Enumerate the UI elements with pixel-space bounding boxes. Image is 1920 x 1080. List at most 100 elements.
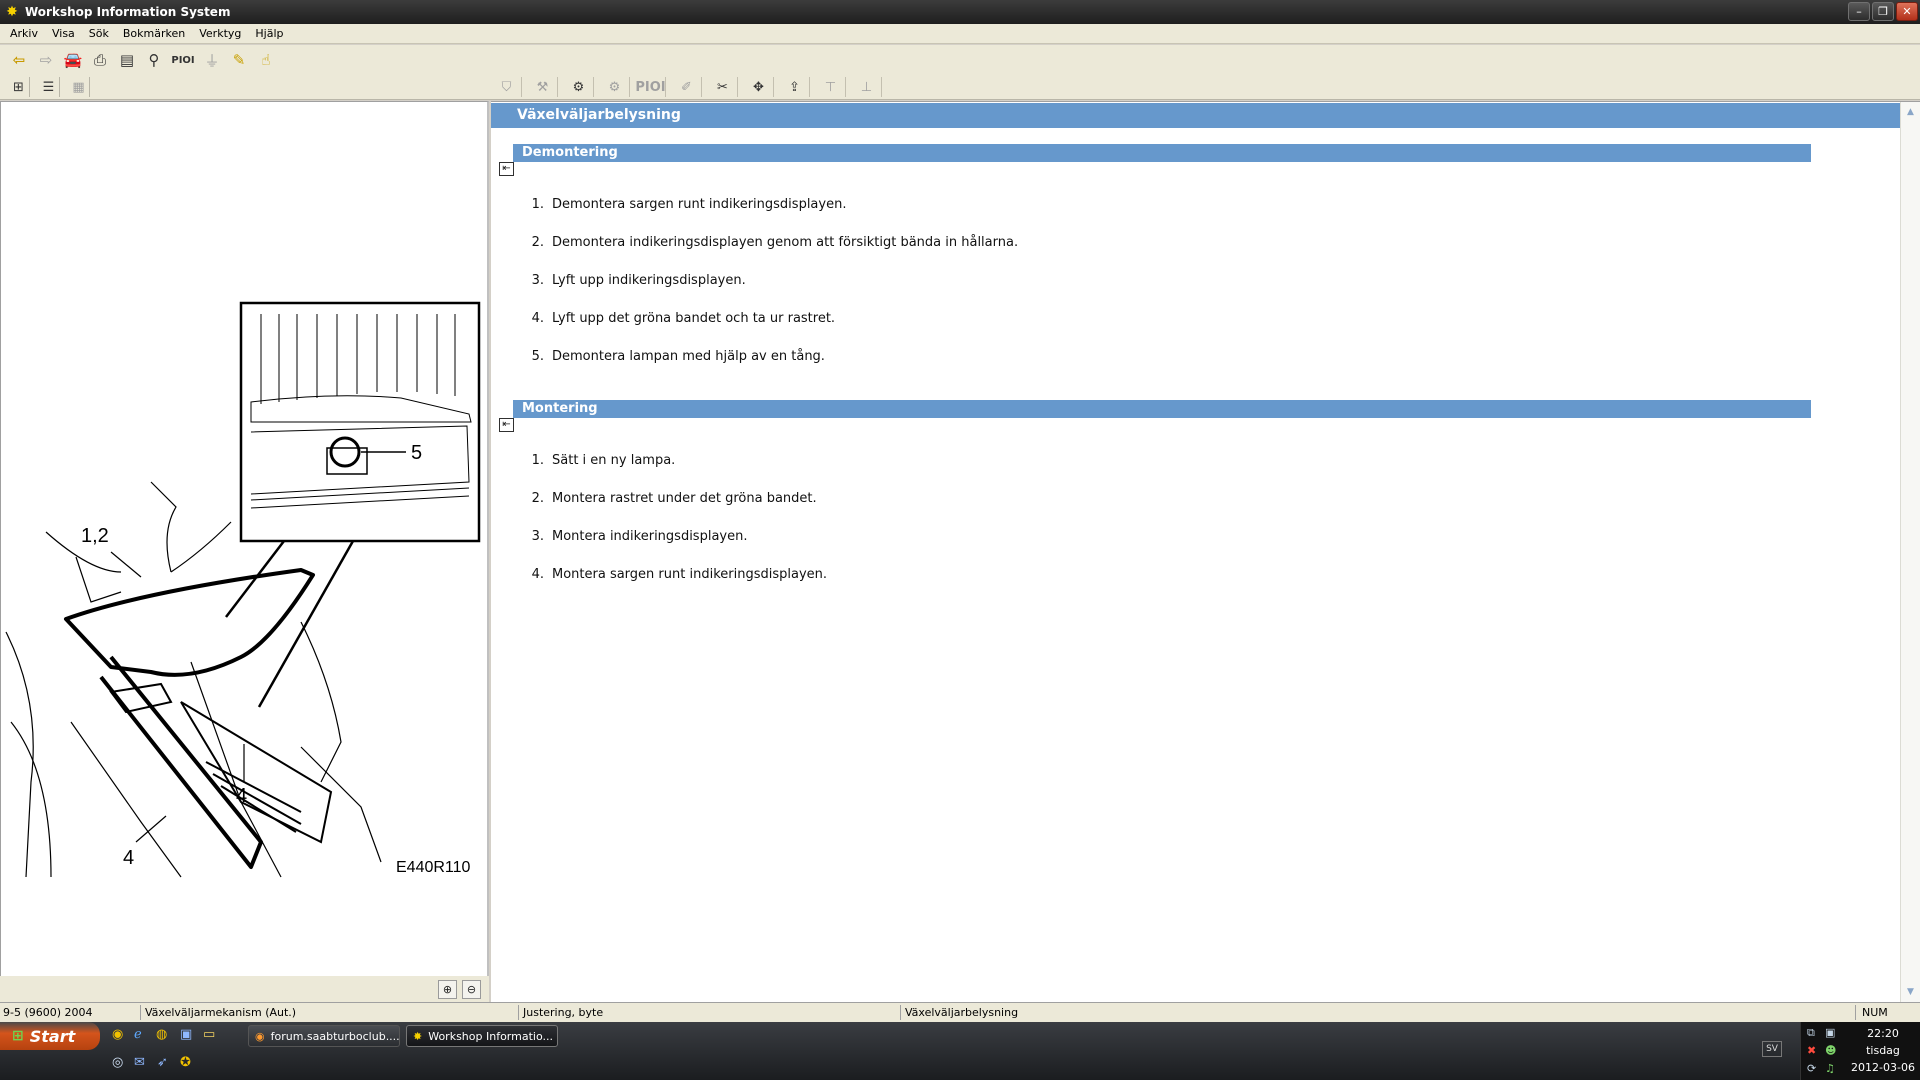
menu-visa[interactable]: Visa (45, 27, 82, 40)
view-toggle-group: ⊞ ☰ ▦ (8, 77, 90, 97)
window-title: Workshop Information System (25, 5, 231, 19)
inset-grille (250, 314, 472, 509)
title-bar: ✸ Workshop Information System – ❐ ✕ (0, 0, 1920, 24)
list-item: 2. Demontera indikeringsdisplayen genom a… (531, 235, 1019, 250)
pioi-doc-button[interactable]: PIOI (635, 77, 666, 97)
shield-icon[interactable]: ⛉ (492, 77, 522, 97)
callout-4a: 4 (236, 785, 247, 807)
tray-app-icon[interactable]: ⧉ (1807, 1026, 1815, 1040)
pioi-button[interactable]: PIOI (170, 49, 196, 71)
back-arrow-icon[interactable]: ⇦ (8, 49, 30, 71)
forward-arrow-icon[interactable]: ⇨ (35, 49, 57, 71)
document-panel: Växelväljarbelysning Demontering ⇤ 1. Dem… (491, 101, 1920, 1003)
chrome-icon[interactable]: ◍ (156, 1027, 167, 1042)
save-disk-icon[interactable]: ▣ (180, 1027, 192, 1042)
document-search-icon[interactable]: ▤ (116, 49, 138, 71)
section-header-montering: Montering (513, 400, 1811, 418)
info-icon[interactable]: ⊤ (816, 77, 846, 97)
scroll-down-icon[interactable]: ▼ (1903, 985, 1918, 1000)
close-button[interactable]: ✕ (1896, 2, 1918, 21)
volume-icon[interactable]: ♫ (1825, 1062, 1835, 1075)
callout-5: 5 (411, 442, 422, 464)
section-collapse-icon[interactable]: ⇤ (499, 418, 514, 432)
document-toolbar: ⛉ ⚒ ⚙ ⚙ PIOI ✐ ✂ ✥ ⇪ ⊤ ⊥ (492, 77, 882, 97)
main-toolbar: ⇦ ⇨ 🚘 ⎙ ▤ ⚲ PIOI ⏚ ✎ ☝ (0, 45, 1920, 75)
scroll-up-icon[interactable]: ▲ (1903, 105, 1918, 120)
zoom-out-icon[interactable]: ⊖ (462, 980, 481, 999)
clock[interactable]: 22:20 tisdag 2012-03-06 (1845, 1025, 1920, 1076)
menu-verktyg[interactable]: Verktyg (192, 27, 248, 40)
status-bar: 9-5 (9600) 2004 Växelväljarmekanism (Aut… (0, 1002, 1920, 1022)
internet-explorer-icon[interactable]: ℯ (134, 1027, 142, 1042)
status-component: Växelväljarmekanism (Aut.) (145, 1006, 297, 1019)
callout-4b: 4 (123, 847, 134, 869)
list-item: 5. Demontera lampan med hjälp av en tång. (531, 349, 825, 364)
list-item: 3. Montera indikeringsdisplayen. (531, 529, 748, 544)
callout-4b-line (135, 815, 167, 843)
firefox-icon: ◉ (255, 1029, 265, 1043)
shifter-bezel (64, 568, 315, 869)
firefox-icon[interactable]: ◉ (112, 1027, 123, 1042)
tool-icon[interactable]: ➶ (157, 1055, 168, 1070)
status-operation: Justering, byte (523, 1006, 604, 1019)
menu-arkiv[interactable]: Arkiv (3, 27, 45, 40)
section-collapse-icon[interactable]: ⇤ (499, 162, 514, 176)
component-icon[interactable]: ⚙ (600, 77, 630, 97)
start-label: Start (29, 1026, 76, 1046)
list-item: 4. Montera sargen runt indikeringsdisplay… (531, 567, 828, 582)
list-item: 3. Lyft upp indikeringsdisplayen. (531, 273, 746, 288)
pointer-hand-icon[interactable]: ☝ (255, 49, 277, 71)
highlighter-icon[interactable]: ✎ (228, 49, 250, 71)
gear-icon[interactable]: ⚙ (564, 77, 594, 97)
media-player-icon[interactable]: ◎ (112, 1055, 123, 1070)
restore-button[interactable]: ❐ (1872, 2, 1894, 21)
callout-1-2: 1,2 (81, 525, 109, 547)
windows-flag-icon: ⊞ (12, 1028, 24, 1044)
bookmark-icon[interactable]: ⊥ (852, 77, 882, 97)
status-model: 9-5 (9600) 2004 (3, 1006, 93, 1019)
chat-icon[interactable]: ☻ (1825, 1044, 1836, 1057)
list-item: 4. Lyft upp det gröna bandet och ta ur ra… (531, 311, 836, 326)
minimize-button[interactable]: – (1848, 2, 1870, 21)
print-icon[interactable]: ⎙ (89, 49, 111, 71)
pen-icon[interactable]: ✐ (672, 77, 702, 97)
security-icon[interactable]: ✖ (1807, 1044, 1816, 1057)
menu-bokmarken[interactable]: Bokmärken (116, 27, 192, 40)
display-unit (109, 682, 333, 844)
taskbar-item-wis[interactable]: ✸ Workshop Informatio... (406, 1025, 558, 1047)
zoom-connector (257, 540, 355, 708)
binoculars-icon[interactable]: ⚲ (143, 49, 165, 71)
vehicle-select-icon[interactable]: 🚘 (62, 49, 84, 71)
tools-icon[interactable]: ✂ (708, 77, 738, 97)
secondary-toolbar: ⊞ ☰ ▦ ⛉ ⚒ ⚙ ⚙ PIOI ✐ ✂ ✥ ⇪ ⊤ ⊥ (0, 75, 1920, 100)
list-item: 1. Sätt i en ny lampa. (531, 453, 676, 468)
filter-icon[interactable]: ⏚ (201, 49, 223, 71)
zoom-in-icon[interactable]: ⊕ (438, 980, 457, 999)
taskbar: ⊞ Start ◉ ℯ ◍ ▣ ▭ ◎ ✉ ➶ ✪ ◉ forum.saabtu… (0, 1022, 1920, 1080)
move-arrows-icon[interactable]: ✥ (744, 77, 774, 97)
norton-icon[interactable]: ✪ (180, 1055, 191, 1070)
list-view-icon[interactable]: ☰ (38, 77, 60, 97)
window-controls: – ❐ ✕ (1848, 2, 1918, 21)
list-item: 2. Montera rastret under det gröna bandet… (531, 491, 817, 506)
menu-sok[interactable]: Sök (82, 27, 116, 40)
folder-icon[interactable]: ▭ (203, 1027, 215, 1042)
app-logo-icon: ✸ (413, 1029, 423, 1043)
taskbar-item-browser[interactable]: ◉ forum.saabturboclub.... (248, 1025, 400, 1047)
language-indicator[interactable]: SV (1762, 1041, 1782, 1057)
menu-hjalp[interactable]: Hjälp (248, 27, 290, 40)
wrench-icon[interactable]: ⚒ (528, 77, 558, 97)
start-button[interactable]: ⊞ Start (0, 1022, 100, 1050)
illustration-panel: 1,2 4 4 5 E440R110 (0, 101, 489, 1002)
document-scrollbar[interactable]: ▲ ▼ (1900, 102, 1920, 1003)
image-view-icon[interactable]: ▦ (68, 77, 90, 97)
network-icon[interactable]: ▣ (1825, 1026, 1835, 1039)
export-icon[interactable]: ⇪ (780, 77, 810, 97)
app-window: ✸ Workshop Information System – ❐ ✕ Arki… (0, 0, 1920, 1080)
sync-icon[interactable]: ⟳ (1807, 1062, 1816, 1075)
messenger-icon[interactable]: ✉ (134, 1055, 145, 1070)
zoom-controls: ⊕ ⊖ (0, 976, 489, 1002)
tree-view-icon[interactable]: ⊞ (8, 77, 30, 97)
app-logo-icon: ✸ (6, 4, 18, 20)
lamp-highlight-circle (329, 436, 361, 468)
